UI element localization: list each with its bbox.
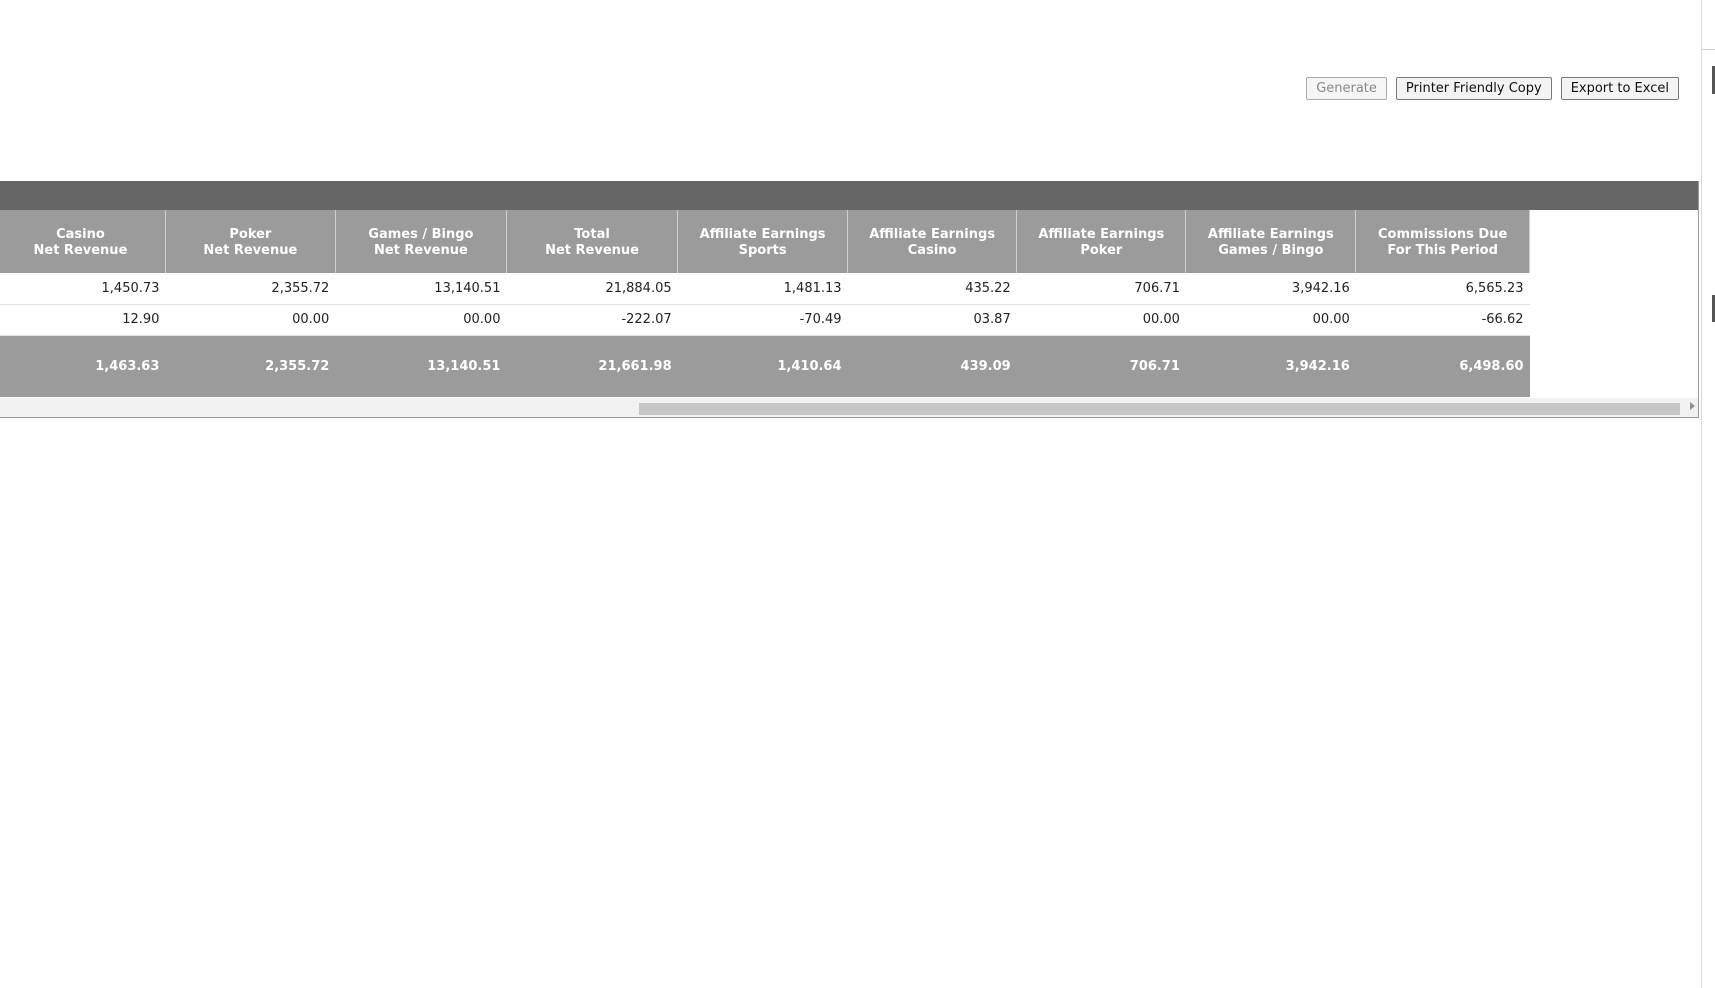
printer-friendly-copy-button[interactable]: Printer Friendly Copy — [1395, 77, 1552, 100]
table-cell: -66.62 — [1355, 304, 1530, 336]
table-cell: 2,355.72 — [165, 273, 336, 305]
total-cell: 6,498.60 — [1355, 335, 1530, 397]
header-line-1: Games / Bingo — [368, 226, 474, 242]
table-row: 97 12.90 00.00 00.00 -222.07 -70.49 03.8… — [0, 304, 1530, 336]
header-line-2: Net Revenue — [373, 242, 468, 258]
report-toolbar: Generate Printer Friendly Copy Export to… — [1306, 77, 1679, 100]
table-cell: 00.00 — [335, 304, 507, 336]
table-cell: 1,450.73 — [0, 273, 166, 305]
column-header-commissions-due: Commissions Due For This Period — [1355, 210, 1530, 273]
column-header-games-bingo-net-revenue: Games / Bingo Net Revenue — [335, 210, 507, 273]
scrollbar-divider — [1702, 49, 1715, 50]
total-cell: 2,355.72 — [165, 335, 336, 397]
column-header-affiliate-earnings-poker: Affiliate Earnings Poker — [1016, 210, 1187, 273]
header-line-2: Net Revenue — [203, 242, 298, 258]
column-header-poker-net-revenue: Poker Net Revenue — [165, 210, 336, 273]
table-cell: 3,942.16 — [1185, 273, 1356, 305]
header-line-1: Total — [574, 226, 610, 242]
table-cell: 21,884.05 — [506, 273, 678, 305]
table-cell: 00.00 — [165, 304, 336, 336]
table-totals-row: 12 1,463.63 2,355.72 13,140.51 21,661.98… — [0, 335, 1530, 397]
header-line-1: Casino — [56, 226, 105, 242]
header-line-2: Casino — [907, 242, 957, 258]
header-line-2: Sports — [738, 242, 787, 258]
total-cell: 706.71 — [1016, 335, 1186, 397]
table-cell: 00.00 — [1016, 304, 1186, 336]
table-cell: 706.71 — [1016, 273, 1186, 305]
total-cell: 13,140.51 — [335, 335, 507, 397]
table-cell: 1,481.13 — [677, 273, 848, 305]
column-header-total-net-revenue: Total Net Revenue — [506, 210, 679, 273]
total-cell: 1,463.63 — [0, 335, 166, 397]
vertical-scrollbar[interactable] — [1701, 0, 1715, 988]
horizontal-scrollbar-thumb[interactable] — [639, 403, 1680, 415]
total-cell: 3,942.16 — [1185, 335, 1356, 397]
table-cell: -70.49 — [677, 304, 848, 336]
header-line-2: Net Revenue — [33, 242, 128, 258]
column-header-casino-net-revenue: Casino Net Revenue — [0, 210, 166, 273]
table-cell: 13,140.51 — [335, 273, 507, 305]
column-header-affiliate-earnings-casino: Affiliate Earnings Casino — [847, 210, 1018, 273]
header-line-2: Net Revenue — [545, 242, 639, 258]
column-header-affiliate-earnings-sports: Affiliate Earnings Sports — [677, 210, 849, 273]
generate-button[interactable]: Generate — [1306, 77, 1387, 100]
table-cell: 6,565.23 — [1355, 273, 1530, 305]
header-line-1: Commissions Due — [1378, 226, 1508, 242]
total-cell: 1,410.64 — [677, 335, 848, 397]
header-line-1: Affiliate Earnings — [699, 226, 826, 242]
table-header-row: Casino Net Revenue Poker Net Revenue Games… — [0, 210, 1530, 273]
export-to-excel-button[interactable]: Export to Excel — [1560, 77, 1679, 100]
table-cell: 00.00 — [1185, 304, 1356, 336]
table-cell: 435.22 — [847, 273, 1017, 305]
header-line-1: Poker — [229, 226, 272, 242]
header-line-1: Affiliate Earnings — [869, 226, 996, 242]
header-line-2: For This Period — [1387, 242, 1498, 258]
column-header-affiliate-earnings-games-bingo: Affiliate Earnings Games / Bingo — [1185, 210, 1357, 273]
header-line-1: Affiliate Earnings — [1038, 226, 1165, 242]
earnings-table: Casino Net Revenue Poker Net Revenue Games… — [0, 210, 1530, 397]
report-header-band — [0, 181, 1698, 210]
table-cell: 03.87 — [847, 304, 1017, 336]
table-cell: 12.90 — [0, 304, 166, 336]
table-cell: -222.07 — [506, 304, 678, 336]
total-cell: 21,661.98 — [506, 335, 678, 397]
scroll-right-arrow-icon[interactable] — [1690, 402, 1695, 410]
header-line-2: Games / Bingo — [1218, 242, 1324, 258]
table-row: 09 1,450.73 2,355.72 13,140.51 21,884.05… — [0, 273, 1530, 305]
header-line-1: Affiliate Earnings — [1207, 226, 1334, 242]
report-table-container: Casino Net Revenue Poker Net Revenue Games… — [0, 181, 1699, 418]
horizontal-scrollbar[interactable] — [0, 398, 1698, 417]
header-line-2: Poker — [1080, 242, 1123, 258]
total-cell: 439.09 — [847, 335, 1017, 397]
